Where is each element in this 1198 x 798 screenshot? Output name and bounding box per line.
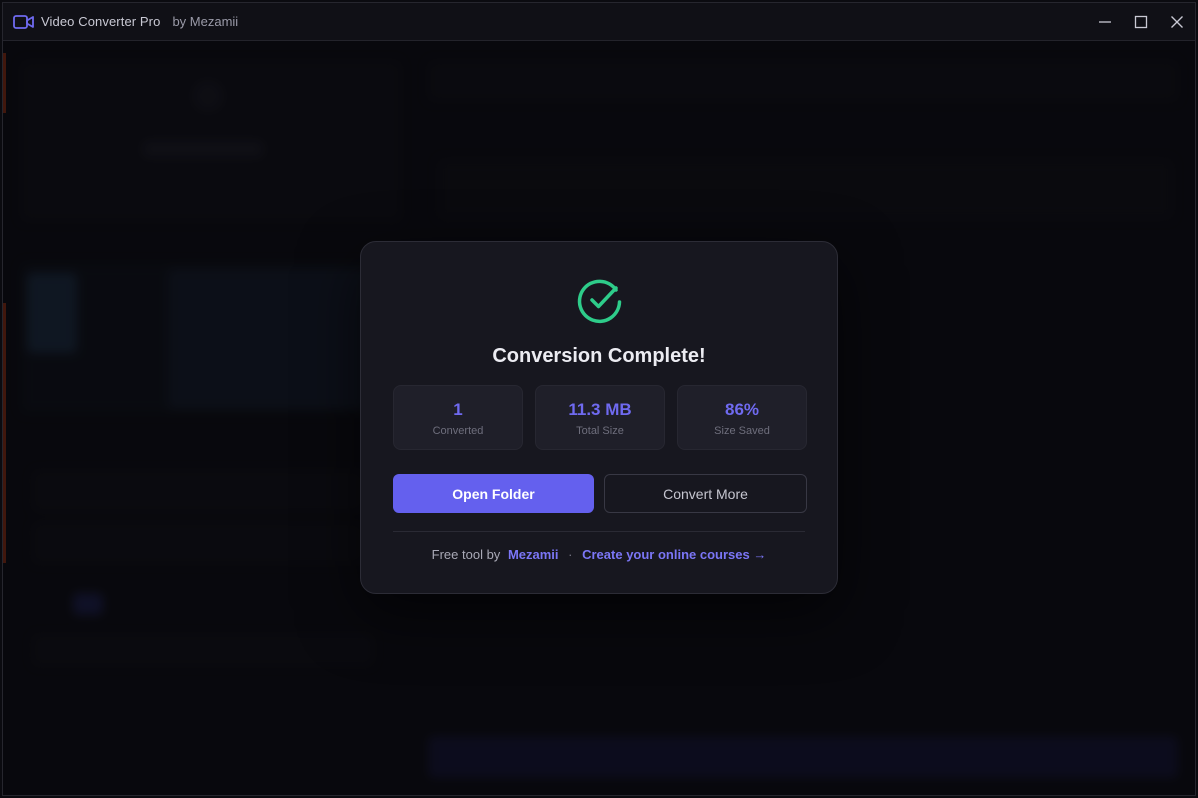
stat-label: Converted xyxy=(432,425,484,437)
stat-converted: 1 Converted xyxy=(393,385,523,450)
app-subtitle: by Mezamii xyxy=(172,14,239,29)
stat-label: Total Size xyxy=(576,425,624,437)
stat-value: 86% xyxy=(724,400,760,419)
stat-size-saved: 86% Size Saved xyxy=(677,385,807,450)
maximize-button[interactable] xyxy=(1123,3,1159,40)
stats-row: 1 Converted 11.3 MB Total Size 86% Size … xyxy=(393,385,807,450)
check-circle-icon xyxy=(577,279,622,324)
create-courses-link[interactable]: Create your online courses → xyxy=(582,547,766,562)
dialog-actions: Open Folder Convert More xyxy=(393,474,807,513)
footer-prefix: Free tool by xyxy=(431,547,501,562)
divider xyxy=(393,531,805,532)
minimize-button[interactable] xyxy=(1087,3,1123,40)
close-icon xyxy=(1171,15,1183,28)
maximize-icon xyxy=(1134,15,1148,28)
stat-total-size: 11.3 MB Total Size xyxy=(535,385,665,450)
title-bar[interactable]: Video Converter Pro by Mezamii xyxy=(3,3,1195,41)
stat-value: 11.3 MB xyxy=(568,400,632,419)
stat-value: 1 xyxy=(453,400,463,419)
close-button[interactable] xyxy=(1159,3,1195,40)
minimize-icon xyxy=(1099,20,1111,23)
window-controls xyxy=(1087,3,1195,40)
dialog-footer: Free tool by Mezamii · Create your onlin… xyxy=(361,547,837,562)
open-folder-button[interactable]: Open Folder xyxy=(393,474,594,513)
stat-label: Size Saved xyxy=(714,425,770,437)
dialog-title: Conversion Complete! xyxy=(492,345,706,367)
conversion-complete-dialog: Conversion Complete! 1 Converted 11.3 MB… xyxy=(360,241,838,594)
footer-separator: · xyxy=(568,547,573,562)
convert-more-button[interactable]: Convert More xyxy=(604,474,807,513)
video-camera-icon xyxy=(13,14,35,30)
app-title: Video Converter Pro xyxy=(41,14,161,29)
mezamii-link[interactable]: Mezamii xyxy=(508,547,559,562)
